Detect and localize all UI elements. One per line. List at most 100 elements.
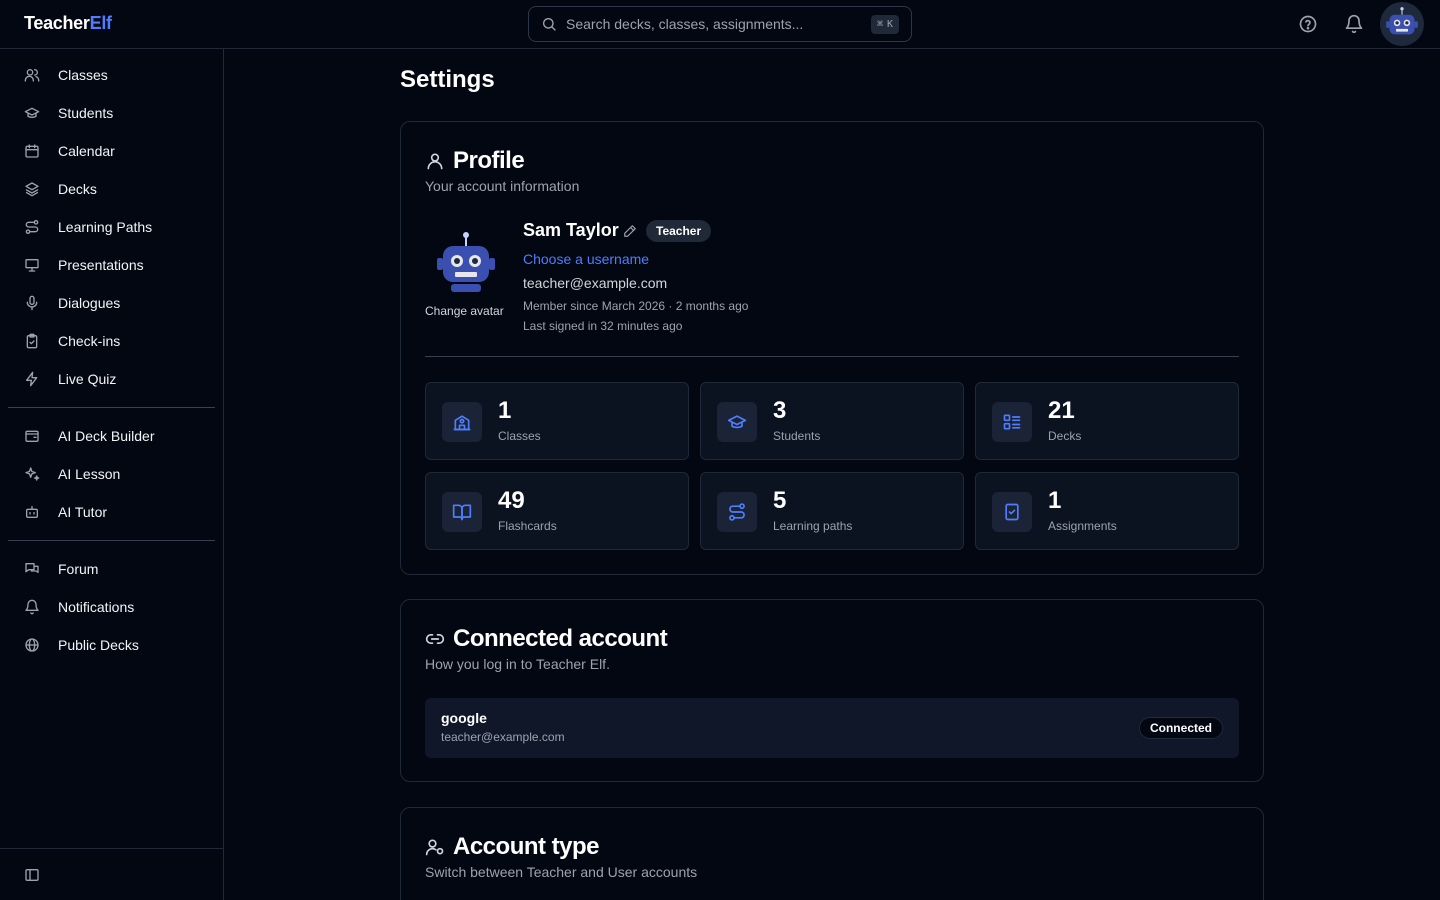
profile-card: Profile Your account information Change … bbox=[400, 121, 1264, 575]
sidebar-divider bbox=[8, 407, 215, 408]
stat-learning-paths[interactable]: 5 Learning paths bbox=[700, 472, 964, 550]
sidebar-item-label: AI Deck Builder bbox=[58, 428, 155, 444]
help-circle-icon[interactable] bbox=[1298, 14, 1318, 34]
bell-icon[interactable] bbox=[1344, 14, 1364, 34]
user-avatar-button[interactable] bbox=[1380, 2, 1424, 46]
bot-icon bbox=[26, 506, 38, 518]
user-cog-icon bbox=[425, 839, 444, 856]
app-logo[interactable]: TeacherElf bbox=[24, 13, 112, 34]
stat-flashcards[interactable]: 49 Flashcards bbox=[425, 472, 689, 550]
sidebar-item-label: Students bbox=[58, 105, 114, 121]
sidebar-item-students[interactable]: Students bbox=[8, 96, 215, 130]
connected-header: Connected account bbox=[425, 625, 668, 653]
bell-icon bbox=[25, 599, 39, 615]
profile-divider bbox=[425, 356, 1239, 357]
account-type-subtitle: Switch between Teacher and User accounts bbox=[425, 864, 698, 880]
search-shortcut: ⌘ K bbox=[870, 15, 899, 34]
sidebar-item-public-decks[interactable]: Public Decks bbox=[8, 628, 215, 662]
sidebar-item-presentations[interactable]: Presentations bbox=[8, 248, 215, 282]
stat-assignments[interactable]: 1 Assignments bbox=[975, 472, 1239, 550]
sidebar-item-decks[interactable]: Decks bbox=[8, 172, 215, 206]
stat-icon-box bbox=[717, 492, 757, 532]
logo-part-2: Elf bbox=[89, 13, 112, 33]
user-icon bbox=[427, 153, 443, 170]
school-icon bbox=[453, 415, 471, 431]
stat-value: 21 bbox=[1048, 397, 1075, 424]
stat-decks[interactable]: 21 Decks bbox=[975, 382, 1239, 460]
pencil-icon[interactable] bbox=[623, 224, 637, 238]
stat-label: Decks bbox=[1048, 429, 1082, 443]
sidebar-item-learning-paths[interactable]: Learning Paths bbox=[8, 210, 215, 244]
sidebar-footer-divider bbox=[0, 848, 224, 849]
sidebar-item-ai-tutor[interactable]: AI Tutor bbox=[8, 495, 215, 529]
sidebar-item-label: Learning Paths bbox=[58, 219, 153, 235]
sidebar-item-label: Live Quiz bbox=[58, 371, 117, 387]
stat-icon-box bbox=[442, 492, 482, 532]
sidebar-item-label: AI Tutor bbox=[58, 504, 108, 520]
sidebar-item-label: Notifications bbox=[58, 599, 135, 615]
change-avatar-button[interactable]: Change avatar bbox=[425, 304, 504, 318]
robot-avatar-icon bbox=[437, 232, 495, 292]
stat-label: Classes bbox=[498, 429, 541, 443]
search-bar[interactable]: Search decks, classes, assignments... ⌘ … bbox=[528, 6, 912, 42]
sidebar-item-label: Calendar bbox=[58, 143, 115, 159]
connected-provider-row: google teacher@example.com Connected bbox=[425, 698, 1239, 758]
wallet-cards-icon bbox=[25, 430, 39, 442]
stat-value: 49 bbox=[498, 487, 525, 514]
sidebar-item-calendar[interactable]: Calendar bbox=[8, 134, 215, 168]
robot-avatar-icon bbox=[1386, 7, 1418, 35]
sidebar-item-ai-deck-builder[interactable]: AI Deck Builder bbox=[8, 419, 215, 453]
stat-value: 3 bbox=[773, 397, 787, 424]
sidebar-item-label: Check-ins bbox=[58, 333, 121, 349]
provider-name: google bbox=[441, 710, 487, 726]
sidebar-item-check-ins[interactable]: Check-ins bbox=[8, 324, 215, 358]
account-type-card: Account type Switch between Teacher and … bbox=[400, 807, 1264, 900]
list-icon bbox=[1003, 414, 1021, 430]
stat-value: 5 bbox=[773, 487, 787, 514]
graduation-cap-icon bbox=[24, 107, 40, 118]
connected-subtitle: How you log in to Teacher Elf. bbox=[425, 656, 610, 672]
sidebar-item-ai-lesson[interactable]: AI Lesson bbox=[8, 457, 215, 491]
connected-account-card: Connected account How you log in to Teac… bbox=[400, 599, 1264, 782]
sidebar-item-label: Presentations bbox=[58, 257, 144, 273]
profile-subtitle: Your account information bbox=[425, 178, 580, 194]
choose-username-link[interactable]: Choose a username bbox=[523, 251, 649, 267]
stat-icon-box bbox=[992, 492, 1032, 532]
graduation-cap-icon bbox=[727, 415, 747, 429]
stat-icon-box bbox=[442, 402, 482, 442]
sidebar-item-label: Decks bbox=[58, 181, 97, 197]
sidebar-item-label: AI Lesson bbox=[58, 466, 121, 482]
top-bar: TeacherElf Search decks, classes, assign… bbox=[0, 0, 1440, 49]
messages-icon bbox=[25, 563, 39, 573]
sidebar-item-label: Dialogues bbox=[58, 295, 121, 311]
logo-part-1: Teacher bbox=[24, 13, 90, 33]
profile-avatar[interactable] bbox=[433, 230, 499, 296]
stat-students[interactable]: 3 Students bbox=[700, 382, 964, 460]
profile-header: Profile bbox=[425, 147, 525, 175]
last-signed-in: Last signed in 32 minutes ago bbox=[523, 319, 683, 333]
stat-classes[interactable]: 1 Classes bbox=[425, 382, 689, 460]
provider-email: teacher@example.com bbox=[441, 730, 565, 744]
stat-icon-box bbox=[992, 402, 1032, 442]
stat-label: Flashcards bbox=[498, 519, 557, 533]
sidebar-item-dialogues[interactable]: Dialogues bbox=[8, 286, 215, 320]
search-icon bbox=[543, 18, 556, 31]
page-title: Settings bbox=[400, 66, 495, 93]
sidebar-item-notifications[interactable]: Notifications bbox=[8, 590, 215, 624]
stat-label: Students bbox=[773, 429, 821, 443]
sidebar: Classes Students Calendar Decks Learning… bbox=[0, 49, 224, 900]
sidebar-item-forum[interactable]: Forum bbox=[8, 552, 215, 586]
sidebar-item-live-quiz[interactable]: Live Quiz bbox=[8, 362, 215, 396]
users-icon bbox=[24, 69, 40, 82]
stat-label: Learning paths bbox=[773, 519, 853, 533]
route-icon bbox=[729, 503, 745, 521]
link-icon bbox=[425, 634, 445, 644]
layers-icon bbox=[25, 182, 39, 197]
shortcut-key: K bbox=[886, 19, 893, 30]
search-placeholder: Search decks, classes, assignments... bbox=[566, 16, 804, 32]
member-since: Member since March 2026 · 2 months ago bbox=[523, 299, 749, 313]
sidebar-toggle-icon[interactable] bbox=[24, 867, 40, 883]
sidebar-item-label: Public Decks bbox=[58, 637, 139, 653]
stat-label: Assignments bbox=[1048, 519, 1117, 533]
sidebar-item-classes[interactable]: Classes bbox=[8, 58, 215, 92]
